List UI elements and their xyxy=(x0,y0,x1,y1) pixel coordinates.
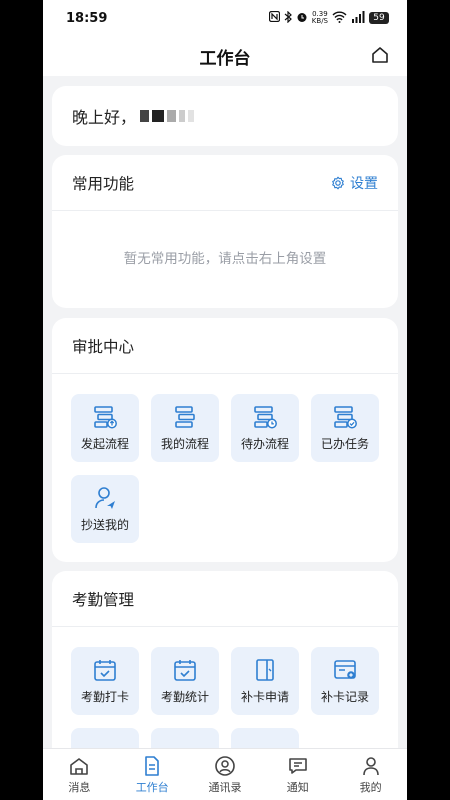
cc-me-tile[interactable]: 抄送我的 xyxy=(71,475,139,543)
network-speed: 0.39 KB/S xyxy=(312,11,328,25)
attendance-header: 考勤管理 xyxy=(52,571,398,627)
attendance-card: 考勤管理 考勤打卡 考勤统计 补卡申请 补卡记录 xyxy=(52,571,398,748)
done-task-icon xyxy=(334,406,357,429)
my-process-tile[interactable]: 我的流程 xyxy=(151,394,219,462)
net-speed-unit: KB/S xyxy=(311,17,328,25)
attendance-extra-tile-3[interactable] xyxy=(231,728,299,748)
attendance-stats-tile[interactable]: 考勤统计 xyxy=(151,647,219,715)
tile-label: 补卡申请 xyxy=(240,690,289,704)
top-nav-bar: 工作台 xyxy=(43,36,407,76)
approval-center-title: 审批中心 xyxy=(72,337,135,356)
bluetooth-icon xyxy=(284,10,292,26)
approval-center-header: 审批中心 xyxy=(52,318,398,374)
settings-label: 设置 xyxy=(350,175,378,192)
tile-label: 已办任务 xyxy=(320,437,369,451)
bottom-tab-bar: 消息 工作台 通讯录 通知 我的 xyxy=(43,748,407,800)
tile-label: 待办流程 xyxy=(240,437,289,451)
content-scroll[interactable]: 晚上好， 常用功能 设置 暂无常用功能，请点击右上角设置 审批中心 发起流程 我… xyxy=(43,76,407,748)
message-icon xyxy=(70,757,89,775)
attendance-extra-tile-1[interactable] xyxy=(71,728,139,748)
wifi-icon xyxy=(332,11,347,26)
phone-screen: 18:59 0.39 KB/S 59 工作台 晚上好， 常用功能 设置 暂无常用… xyxy=(43,0,407,800)
tab-label: 工作台 xyxy=(135,780,169,794)
tab-profile[interactable]: 我的 xyxy=(334,749,407,800)
common-functions-empty-text: 暂无常用功能，请点击右上角设置 xyxy=(123,251,327,267)
tab-label: 通讯录 xyxy=(208,780,242,794)
tile-label: 发起流程 xyxy=(80,437,129,451)
attendance-grid: 考勤打卡 考勤统计 补卡申请 补卡记录 xyxy=(52,627,398,748)
cc-me-icon xyxy=(95,487,115,509)
user-name-redacted xyxy=(140,110,195,122)
common-functions-header: 常用功能 设置 xyxy=(52,155,398,211)
nfc-icon xyxy=(268,10,280,25)
common-functions-card: 常用功能 设置 暂无常用功能，请点击右上角设置 xyxy=(52,155,398,308)
status-icons: 0.39 KB/S 59 xyxy=(268,10,389,26)
start-process-tile[interactable]: 发起流程 xyxy=(71,394,139,462)
approval-grid: 发起流程 我的流程 待办流程 已办任务 抄送我的 xyxy=(52,374,398,563)
contacts-icon xyxy=(215,755,235,776)
tab-messages[interactable]: 消息 xyxy=(43,749,116,800)
tab-workbench[interactable]: 工作台 xyxy=(116,749,189,800)
profile-icon xyxy=(362,756,379,775)
status-bar: 18:59 0.39 KB/S 59 xyxy=(43,0,407,36)
makeup-apply-tile[interactable]: 补卡申请 xyxy=(231,647,299,715)
tile-label: 考勤统计 xyxy=(160,690,209,704)
tile-label: 考勤打卡 xyxy=(80,690,129,704)
pending-process-icon xyxy=(254,406,277,429)
done-task-tile[interactable]: 已办任务 xyxy=(311,394,379,462)
makeup-record-tile[interactable]: 补卡记录 xyxy=(311,647,379,715)
alarm-icon xyxy=(296,11,308,26)
home-icon[interactable] xyxy=(369,44,391,66)
tile-label: 我的流程 xyxy=(160,437,209,451)
attendance-title: 考勤管理 xyxy=(72,590,135,609)
tile-label: 补卡记录 xyxy=(320,690,369,704)
my-process-icon xyxy=(175,406,195,428)
pending-process-tile[interactable]: 待办流程 xyxy=(231,394,299,462)
page-title: 工作台 xyxy=(199,48,251,69)
greeting-card: 晚上好， xyxy=(52,86,398,146)
tab-label: 消息 xyxy=(68,780,91,794)
approval-center-card: 审批中心 发起流程 我的流程 待办流程 已办任务 抄送我的 xyxy=(52,318,398,562)
settings-link[interactable]: 设置 xyxy=(331,173,378,193)
tab-label: 通知 xyxy=(286,780,309,794)
gear-icon xyxy=(332,176,344,189)
tab-label: 我的 xyxy=(359,780,382,794)
signal-icon xyxy=(351,10,365,26)
greeting-text: 晚上好， xyxy=(72,108,137,127)
makeup-apply-icon xyxy=(256,659,274,681)
start-process-icon xyxy=(94,406,117,429)
makeup-record-icon xyxy=(334,660,356,679)
attendance-extra-tile-2[interactable] xyxy=(151,728,219,748)
notice-icon xyxy=(288,757,307,774)
tab-notice[interactable]: 通知 xyxy=(261,749,334,800)
common-functions-title: 常用功能 xyxy=(72,174,135,193)
clock-in-tile[interactable]: 考勤打卡 xyxy=(71,647,139,715)
tile-label: 抄送我的 xyxy=(80,518,129,532)
workbench-icon xyxy=(145,755,159,776)
status-time: 18:59 xyxy=(66,10,108,26)
battery-indicator: 59 xyxy=(369,12,389,24)
clock-in-icon xyxy=(94,660,116,681)
tab-contacts[interactable]: 通讯录 xyxy=(189,749,262,800)
attendance-stats-icon xyxy=(174,660,196,681)
